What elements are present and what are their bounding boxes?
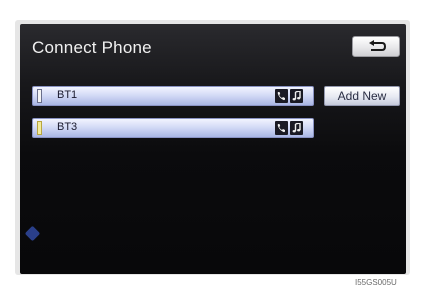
device-row-bt3[interactable]: BT3 bbox=[32, 118, 314, 138]
back-button[interactable] bbox=[352, 36, 400, 57]
phone-icon bbox=[275, 121, 288, 135]
device-connection-indicator bbox=[37, 121, 42, 135]
display-screen: Connect Phone BT1 BT3 Add New bbox=[20, 24, 406, 274]
device-name: BT1 bbox=[57, 89, 78, 101]
music-icon bbox=[290, 89, 303, 103]
add-new-button[interactable]: Add New bbox=[324, 86, 400, 106]
return-arrow-icon bbox=[369, 40, 387, 51]
device-row-bt1[interactable]: BT1 bbox=[32, 86, 314, 106]
pointer-marker-icon bbox=[24, 225, 41, 242]
screen-title: Connect Phone bbox=[32, 38, 152, 57]
device-name: BT3 bbox=[57, 121, 78, 133]
device-connection-indicator bbox=[37, 89, 42, 103]
music-icon bbox=[290, 121, 303, 135]
phone-icon bbox=[275, 89, 288, 103]
page: Connect Phone BT1 BT3 Add New I55GS005U bbox=[0, 0, 423, 291]
figure-code: I55GS005U bbox=[355, 278, 397, 287]
